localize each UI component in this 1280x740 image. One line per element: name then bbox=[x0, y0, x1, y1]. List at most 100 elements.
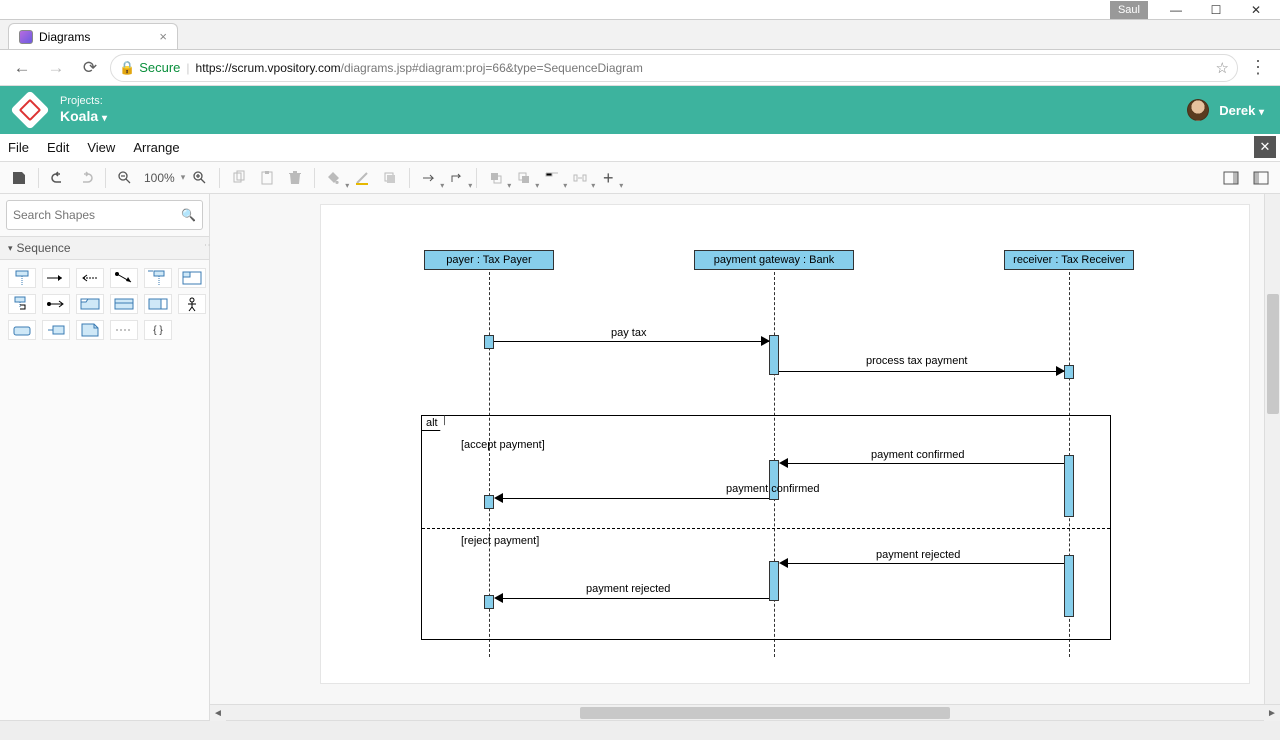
shape-combined-fragment[interactable] bbox=[178, 268, 206, 288]
fill-color-button[interactable]: ▾ bbox=[321, 165, 347, 191]
reload-button[interactable]: ⟳ bbox=[76, 54, 104, 82]
activation-payer-1[interactable] bbox=[484, 335, 494, 349]
project-selector[interactable]: Projects: Koala ▾ bbox=[60, 95, 107, 125]
arrow-head-icon bbox=[779, 558, 788, 568]
chevron-down-icon: ▾ bbox=[102, 113, 107, 124]
shape-continuation[interactable] bbox=[144, 294, 172, 314]
redo-button[interactable] bbox=[73, 165, 99, 191]
main-area: 🔍 ▾ Sequence { } ⋮ bbox=[0, 194, 1280, 720]
format-panel-toggle[interactable] bbox=[1218, 165, 1244, 191]
lifeline-payer[interactable]: payer : Tax Payer bbox=[424, 250, 554, 270]
activation-receiver-2[interactable] bbox=[1064, 455, 1074, 517]
vertical-scrollbar[interactable] bbox=[1264, 194, 1280, 704]
menu-view[interactable]: View bbox=[87, 140, 115, 155]
alt-tag: alt bbox=[421, 415, 445, 431]
menu-arrange[interactable]: Arrange bbox=[133, 140, 179, 155]
zoom-out-button[interactable] bbox=[112, 165, 138, 191]
palette-grid: { } bbox=[0, 260, 209, 348]
shape-gate[interactable] bbox=[42, 320, 70, 340]
scrollbar-thumb[interactable] bbox=[580, 707, 950, 719]
lifeline-gateway[interactable]: payment gateway : Bank bbox=[694, 250, 854, 270]
diagram-canvas[interactable]: payer : Tax Payer payment gateway : Bank… bbox=[320, 204, 1250, 684]
menu-file[interactable]: File bbox=[8, 140, 29, 155]
to-back-button[interactable]: ▾ bbox=[511, 165, 537, 191]
address-bar[interactable]: 🔒Secure | https://scrum.vpository.com/di… bbox=[110, 54, 1238, 82]
palette-section-header[interactable]: ▾ Sequence bbox=[0, 236, 209, 260]
shape-constraint[interactable]: { } bbox=[144, 320, 172, 340]
message-pay-tax[interactable] bbox=[494, 341, 769, 342]
lifeline-receiver[interactable]: receiver : Tax Receiver bbox=[1004, 250, 1134, 270]
shadow-button[interactable] bbox=[377, 165, 403, 191]
insert-button[interactable]: +▾ bbox=[595, 165, 621, 191]
browser-tab[interactable]: Diagrams × bbox=[8, 23, 178, 49]
window-maximize-button[interactable]: ☐ bbox=[1196, 1, 1236, 19]
shape-sync-message[interactable] bbox=[42, 268, 70, 288]
shape-self-message[interactable] bbox=[8, 294, 36, 314]
bookmark-star-icon[interactable]: ☆ bbox=[1216, 59, 1229, 77]
browser-menu-icon[interactable]: ⋮ bbox=[1244, 57, 1272, 78]
activation-receiver-3[interactable] bbox=[1064, 555, 1074, 617]
message-confirmed-2[interactable] bbox=[501, 498, 769, 499]
user-avatar[interactable] bbox=[1187, 99, 1209, 121]
zoom-level[interactable]: 100% bbox=[140, 171, 179, 185]
shape-note[interactable] bbox=[76, 320, 104, 340]
search-shapes-box[interactable]: 🔍 bbox=[6, 200, 203, 230]
shape-actor[interactable] bbox=[178, 294, 206, 314]
chevron-down-icon[interactable]: ▾ bbox=[181, 172, 186, 183]
activation-receiver-1[interactable] bbox=[1064, 365, 1074, 379]
undo-button[interactable] bbox=[45, 165, 71, 191]
menu-edit[interactable]: Edit bbox=[47, 140, 69, 155]
shape-state-invariant[interactable] bbox=[110, 294, 138, 314]
scroll-left-button[interactable]: ◄ bbox=[210, 705, 226, 721]
tab-close-icon[interactable]: × bbox=[159, 29, 167, 44]
message-confirmed-1[interactable] bbox=[786, 463, 1064, 464]
scrollbar-thumb[interactable] bbox=[1267, 294, 1279, 414]
shape-lifeline[interactable] bbox=[8, 268, 36, 288]
app-logo-icon[interactable] bbox=[10, 90, 50, 130]
message-process[interactable] bbox=[779, 371, 1064, 372]
window-minimize-button[interactable]: — bbox=[1156, 1, 1196, 19]
back-button[interactable]: ← bbox=[8, 54, 36, 82]
shape-async-message[interactable] bbox=[42, 294, 70, 314]
shape-anchor[interactable] bbox=[110, 320, 138, 340]
to-front-button[interactable]: ▾ bbox=[483, 165, 509, 191]
paste-button[interactable] bbox=[254, 165, 280, 191]
message-rejected-1[interactable] bbox=[786, 563, 1064, 564]
canvas-area[interactable]: payer : Tax Payer payment gateway : Bank… bbox=[210, 194, 1280, 720]
message-label: payment confirmed bbox=[726, 483, 820, 495]
window-close-button[interactable]: ✕ bbox=[1236, 1, 1276, 19]
horizontal-scrollbar[interactable]: ◄ ► bbox=[210, 704, 1280, 720]
waypoint-style-button[interactable]: ▾ bbox=[444, 165, 470, 191]
browser-tab-strip: Diagrams × bbox=[0, 20, 1280, 50]
toolbar: 100% ▾ ▾ ▾ ▾ ▾ ▾ ▾ ▾ +▾ bbox=[0, 162, 1280, 194]
scroll-right-button[interactable]: ► bbox=[1264, 705, 1280, 721]
panel-close-button[interactable]: ✕ bbox=[1254, 136, 1276, 158]
shape-boundary[interactable] bbox=[8, 320, 36, 340]
shape-found-message[interactable] bbox=[110, 268, 138, 288]
chevron-down-icon[interactable]: ▾ bbox=[1259, 107, 1264, 118]
connection-style-button[interactable]: ▾ bbox=[416, 165, 442, 191]
activation-gateway-1[interactable] bbox=[769, 335, 779, 375]
shape-return-message[interactable] bbox=[76, 268, 104, 288]
copy-button[interactable] bbox=[226, 165, 252, 191]
message-rejected-2[interactable] bbox=[501, 598, 769, 599]
activation-payer-3[interactable] bbox=[484, 595, 494, 609]
outline-panel-toggle[interactable] bbox=[1248, 165, 1274, 191]
line-color-button[interactable] bbox=[349, 165, 375, 191]
forward-button[interactable]: → bbox=[42, 54, 70, 82]
search-icon[interactable]: 🔍 bbox=[181, 208, 196, 222]
search-shapes-input[interactable] bbox=[13, 208, 181, 222]
zoom-in-button[interactable] bbox=[187, 165, 213, 191]
align-button[interactable]: ▾ bbox=[539, 165, 565, 191]
distribute-button[interactable]: ▾ bbox=[567, 165, 593, 191]
shape-frame[interactable] bbox=[144, 268, 172, 288]
arrow-head-icon bbox=[494, 493, 503, 503]
save-button[interactable] bbox=[6, 165, 32, 191]
activation-payer-2[interactable] bbox=[484, 495, 494, 509]
arrow-head-icon bbox=[494, 593, 503, 603]
browser-address-row: ← → ⟳ 🔒Secure | https://scrum.vpository.… bbox=[0, 50, 1280, 86]
activation-gateway-3[interactable] bbox=[769, 561, 779, 601]
delete-button[interactable] bbox=[282, 165, 308, 191]
message-label: pay tax bbox=[611, 327, 646, 339]
shape-interaction-use[interactable] bbox=[76, 294, 104, 314]
